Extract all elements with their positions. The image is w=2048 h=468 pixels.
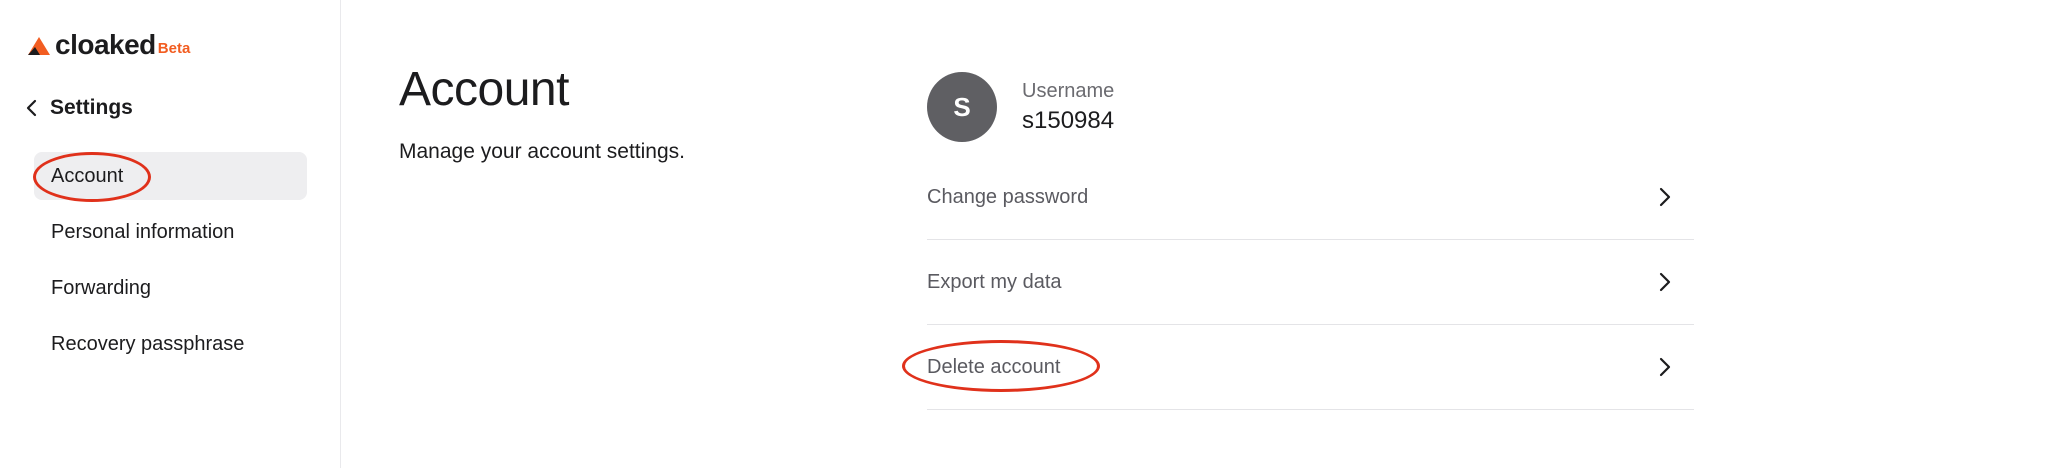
settings-sidebar: cloaked Beta Settings Account Personal i… <box>0 0 341 468</box>
account-actions-list: Change password Export my data Delete ac… <box>927 155 1694 410</box>
chevron-left-icon <box>22 98 42 118</box>
chevron-right-icon <box>1654 271 1676 293</box>
sidebar-item-personal-information[interactable]: Personal information <box>34 208 307 256</box>
chevron-right-icon <box>1654 356 1676 378</box>
sidebar-item-forwarding[interactable]: Forwarding <box>34 264 307 312</box>
sidebar-item-label: Forwarding <box>51 276 152 299</box>
sidebar-item-label: Account <box>51 164 124 187</box>
page-title: Account <box>399 63 569 116</box>
page-subtitle: Manage your account settings. <box>399 140 686 163</box>
settings-back-label: Settings <box>50 96 133 119</box>
settings-back-link[interactable]: Settings <box>22 90 133 126</box>
cloaked-logo-icon <box>26 35 52 57</box>
sidebar-item-label: Personal information <box>51 220 235 243</box>
avatar: S <box>927 72 997 142</box>
export-data-label: Export my data <box>927 270 1062 293</box>
sidebar-item-recovery-passphrase[interactable]: Recovery passphrase <box>34 320 307 368</box>
sidebar-item-label: Recovery passphrase <box>51 332 245 355</box>
brand-name: cloaked <box>55 29 156 60</box>
username-block: Username s150984 <box>1022 80 1114 135</box>
username-label: Username <box>1022 79 1115 102</box>
export-data-row[interactable]: Export my data <box>927 240 1694 325</box>
change-password-row[interactable]: Change password <box>927 155 1694 240</box>
beta-badge: Beta <box>157 40 191 57</box>
change-password-label: Change password <box>927 185 1089 208</box>
chevron-right-icon <box>1654 186 1676 208</box>
settings-nav: Account Personal information Forwarding … <box>34 152 307 376</box>
delete-account-label: Delete account <box>927 355 1061 378</box>
username-value: s150984 <box>1022 106 1115 134</box>
sidebar-item-account[interactable]: Account <box>34 152 307 200</box>
delete-account-row[interactable]: Delete account <box>927 325 1694 410</box>
cloaked-logo[interactable]: cloaked Beta <box>26 30 190 60</box>
user-summary: S Username s150984 <box>927 72 1114 142</box>
